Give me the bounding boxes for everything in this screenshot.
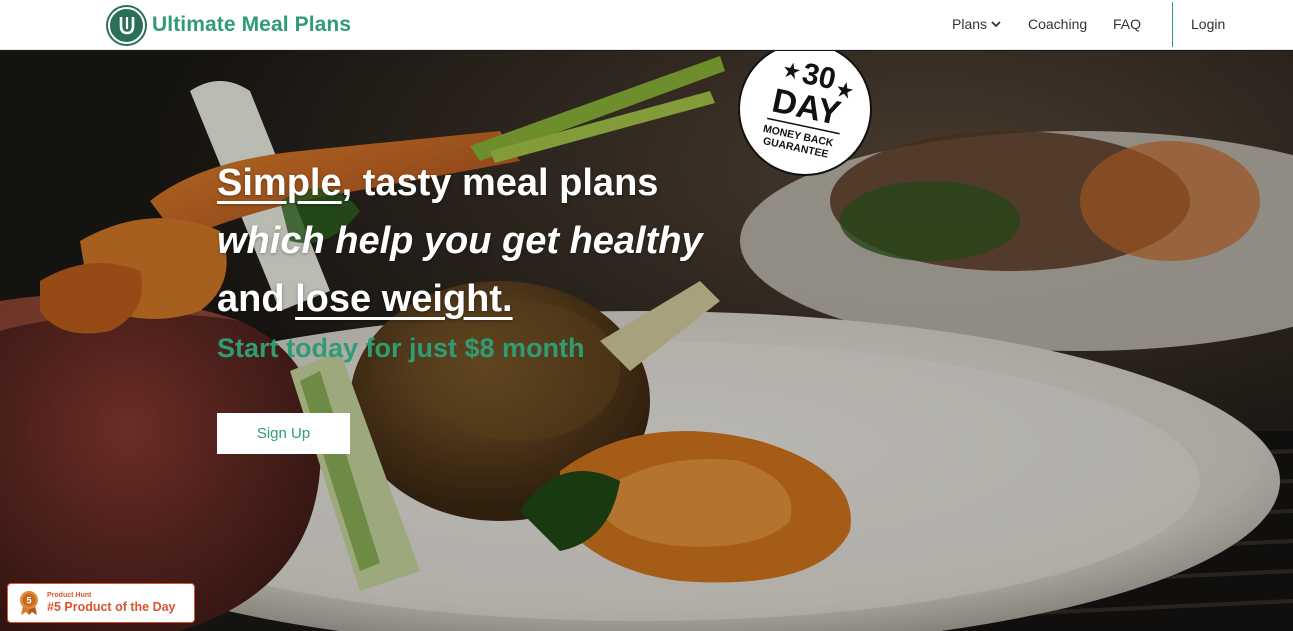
nav-coaching[interactable]: Coaching [1028, 16, 1087, 32]
headline-line-2-text: which help you get healthy [217, 220, 703, 262]
hero-overlay [0, 51, 1293, 631]
sign-up-button[interactable]: Sign Up [217, 413, 350, 454]
product-hunt-texts: Product Hunt #5 Product of the Day [47, 591, 176, 615]
product-hunt-label: Product Hunt [47, 592, 92, 599]
hero-headline: Simple, tasty meal plans which help you … [217, 154, 837, 328]
brand-name: Ultimate Meal Plans [152, 13, 352, 36]
site-header: Ultimate Meal Plans Plans Coaching FAQ L… [0, 0, 1293, 50]
nav-divider [1172, 2, 1173, 47]
nav-plans[interactable]: Plans [952, 16, 1001, 32]
product-hunt-rank-text: #5 Product of the Day [47, 600, 176, 614]
headline-lose-weight: lose weight. [295, 278, 513, 320]
guarantee-badge-graphic: 30 DAY MONEY BACK GUARANTEE [762, 57, 854, 161]
logo-icon [108, 6, 145, 44]
star-icon [784, 62, 800, 80]
headline-line-1-rest: , tasty meal plans [341, 162, 659, 204]
nav-plans-label: Plans [952, 16, 988, 32]
nav-faq[interactable]: FAQ [1113, 16, 1141, 32]
money-back-guarantee-badge: 30 DAY MONEY BACK GUARANTEE [738, 51, 872, 176]
headline-simple: Simple [217, 162, 342, 204]
nav-login[interactable]: Login [1191, 16, 1225, 32]
product-hunt-badge[interactable]: 5 Product Hunt #5 Product of the Day [7, 583, 195, 623]
medal-icon: 5 [20, 591, 38, 615]
hero-section: Simple, tasty meal plans which help you … [0, 51, 1293, 631]
hero-subhead: Start today for just $8 month [217, 333, 585, 363]
medal-rank: 5 [26, 596, 31, 606]
headline-line-2: which help you get healthy [217, 212, 837, 270]
headline-line-3-plain: and [217, 278, 296, 320]
chevron-down-icon [991, 21, 1001, 28]
headline-line-3: and lose weight. [217, 270, 837, 328]
logo-link[interactable]: Ultimate Meal Plans [108, 6, 351, 44]
